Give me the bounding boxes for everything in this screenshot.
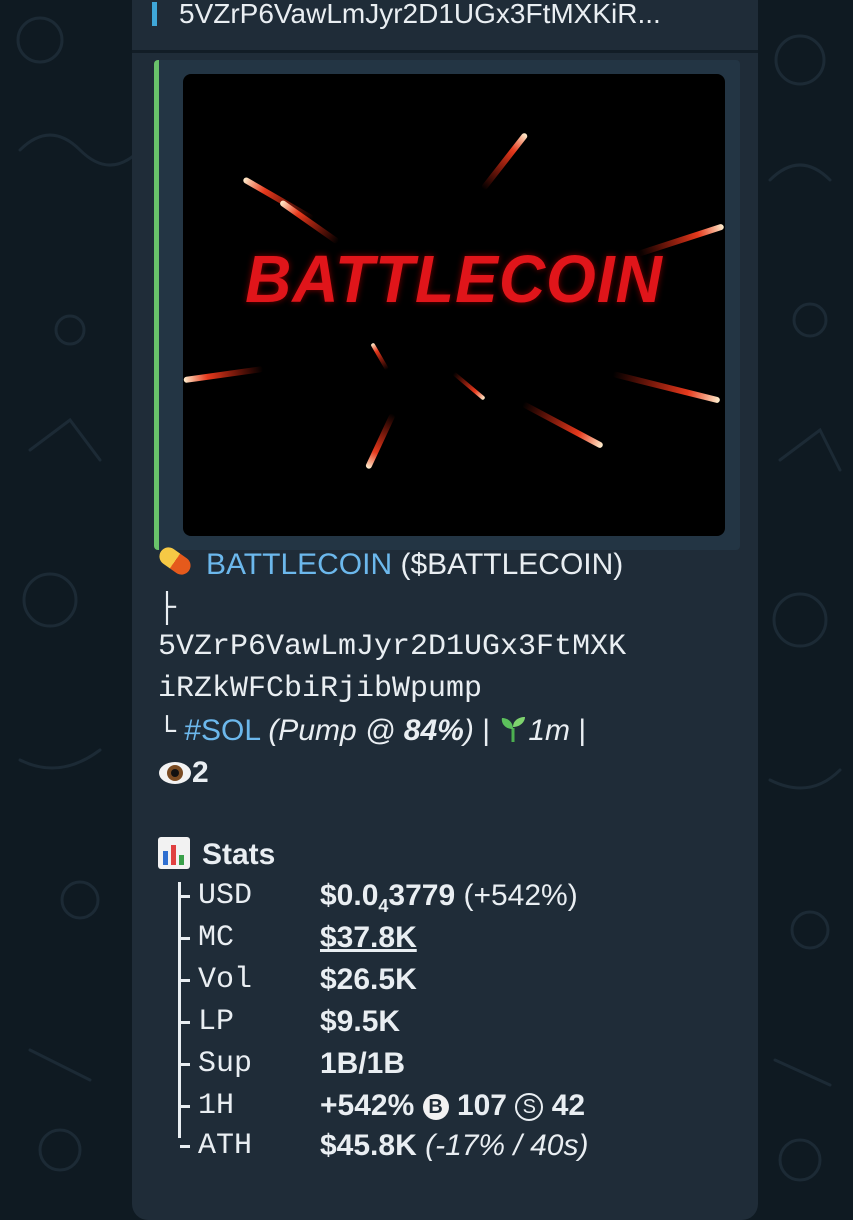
tree-tick [180,979,190,982]
tree-tick [180,895,190,898]
pump-prefix: (Pump @ [268,714,404,747]
stat-value: $45.8K (-17% / 40s) [320,1129,589,1162]
separator-2: | [578,714,587,747]
stats-title: Stats [202,838,276,871]
stats-header: Stats [158,834,275,876]
buys-count: 107 [456,1089,507,1122]
buys-badge-icon: B [422,1094,449,1120]
tree-tick [180,937,190,940]
eye-icon [158,755,192,784]
market-cap-link[interactable]: $37.8K [320,917,417,959]
tree-tick [180,1105,190,1108]
seedling-icon [498,714,528,744]
token-header: BATTLECOIN ($BATTLECOIN) [155,543,624,586]
stat-label: LP [198,1005,235,1039]
pump-suffix: ) [463,714,474,747]
views-line: 2 [158,752,209,794]
stat-value: 1B/1B [320,1047,406,1080]
reply-preview-text[interactable]: 5VZrP6VawLmJyr2D1UGx3FtMXKiR... [152,0,758,28]
tree-corner [180,1145,190,1148]
stat-value: $26.5K [320,963,417,996]
token-image[interactable]: BATTLECOIN [183,74,725,536]
tree-tick [180,1021,190,1024]
view-count: 2 [192,756,209,789]
sells-badge-icon: S [515,1093,544,1121]
message-bubble: 5VZrP6VawLmJyr2D1UGx3FtMXKiR... BATTLECO… [132,0,758,1220]
tree-tick [180,1063,190,1066]
token-meta-line: └ #SOL (Pump @ 84%) | 1m | [158,710,586,754]
separator-1: | [482,714,490,747]
stat-value: +542% B 107 S 42 [320,1089,586,1122]
tree-top-glyph: ├ [158,592,177,626]
tree-bottom-glyph: └ [158,716,177,750]
bar-chart-icon [158,837,190,869]
token-logo-text: BATTLECOIN [245,241,663,317]
contract-address-line1[interactable]: 5VZrP6VawLmJyr2D1UGx3FtMXK [158,626,626,668]
token-name-link[interactable]: BATTLECOIN [206,548,392,581]
stat-label: USD [198,879,253,913]
stat-label: Vol [198,963,253,997]
token-ticker: ($BATTLECOIN) [400,548,624,581]
pill-icon [155,543,195,579]
media-quote-block: BATTLECOIN [154,60,740,550]
stat-value: $9.5K [320,1005,401,1038]
contract-address-line2[interactable]: iRZkWFCbiRjibWpump [158,668,482,710]
stats-tree-line [178,882,181,1138]
stat-label: Sup [198,1047,253,1081]
stat-label: MC [198,921,235,955]
sells-count: 42 [551,1089,586,1122]
pump-percent: 84% [403,714,464,747]
chain-hashtag[interactable]: #SOL [184,714,260,747]
token-age: 1m [528,714,571,747]
stat-label: ATH [198,1129,253,1163]
reply-preview[interactable]: 5VZrP6VawLmJyr2D1UGx3FtMXKiR... [132,0,758,53]
stat-label: 1H [198,1089,235,1123]
